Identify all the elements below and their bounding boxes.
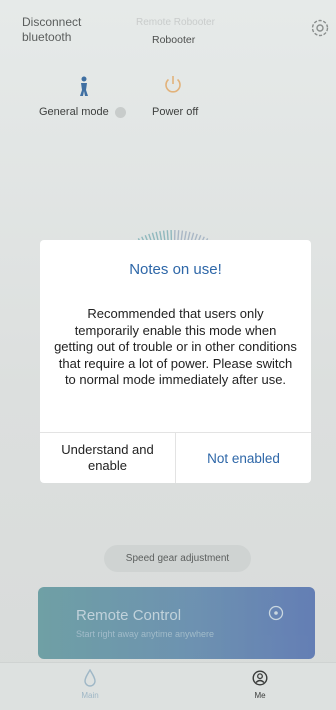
dialog-title: Notes on use! [129, 261, 222, 278]
understand-and-enable-button[interactable]: Understand and enable [40, 433, 175, 483]
tab-me[interactable]: Me [240, 669, 280, 707]
info-icon[interactable] [115, 107, 126, 118]
not-enabled-button[interactable]: Not enabled [176, 433, 311, 483]
device-faint-label: Remote Robooter [136, 17, 215, 28]
dialog-message: Recommended that users only temporarily … [54, 306, 297, 387]
water-drop-icon [82, 668, 98, 687]
speed-gear-adjustment-button[interactable]: Speed gear adjustment [104, 545, 251, 572]
user-circle-icon [252, 669, 268, 687]
remote-control-title: Remote Control [76, 607, 182, 624]
gear-icon[interactable] [309, 17, 331, 39]
tab-home-label: Main [81, 691, 99, 700]
disconnect-label-line1: Disconnect [22, 15, 82, 29]
tab-me-label: Me [254, 691, 266, 700]
remote-control-subtitle: Start right away anytime anywhere [76, 629, 215, 639]
remote-control-card[interactable]: Remote Control Start right away anytime … [38, 587, 315, 659]
tab-bar: Main Me [0, 662, 336, 710]
gauge-tick [166, 230, 169, 241]
person-icon[interactable] [75, 76, 93, 98]
app-screen: Disconnect bluetooth Remote Robooter Rob… [0, 0, 336, 710]
power-off-label[interactable]: Power off [152, 106, 198, 118]
notes-on-use-dialog: Notes on use! Recommended that users onl… [40, 240, 311, 483]
speed-gauge [108, 196, 238, 250]
device-name: Robooter [152, 34, 196, 46]
disconnect-bluetooth-button[interactable]: Disconnect bluetooth [22, 15, 81, 45]
gauge-tick [177, 230, 180, 241]
tab-home[interactable]: Main [70, 668, 110, 707]
target-icon [268, 605, 284, 621]
disconnect-label-line2: bluetooth [22, 30, 72, 44]
general-mode-label[interactable]: General mode [39, 106, 109, 118]
power-icon[interactable] [162, 73, 184, 95]
